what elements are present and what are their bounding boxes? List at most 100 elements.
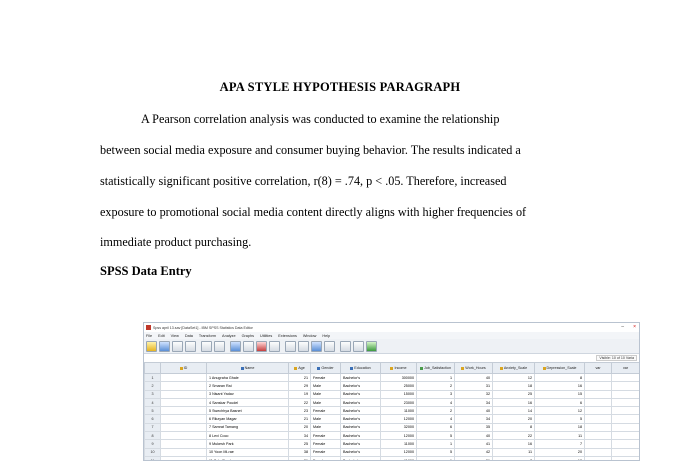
row-number[interactable]: 9 bbox=[144, 439, 161, 449]
menu-view[interactable]: View bbox=[171, 334, 179, 338]
grid-cell[interactable]: 40 bbox=[454, 431, 493, 441]
grid-cell[interactable]: 20 bbox=[534, 447, 585, 457]
grid-cell[interactable]: 10 Yoon Mi-rae bbox=[206, 447, 289, 457]
empty-cell[interactable] bbox=[584, 447, 612, 457]
value-labels-icon[interactable] bbox=[366, 340, 377, 352]
grid-cell[interactable]: 7 Samrat Tamang bbox=[206, 422, 289, 433]
grid-cell[interactable]: 34 bbox=[288, 431, 311, 441]
column-header[interactable]: Education bbox=[340, 362, 381, 374]
menu-analyze[interactable]: Analyze bbox=[222, 334, 236, 338]
grid-cell[interactable]: 2 bbox=[416, 406, 455, 416]
empty-cell[interactable] bbox=[611, 381, 639, 391]
column-header[interactable]: Age bbox=[288, 362, 311, 374]
grid-cell[interactable] bbox=[160, 381, 207, 391]
variables-icon[interactable] bbox=[256, 340, 267, 352]
close-icon[interactable]: × bbox=[633, 324, 636, 330]
grid-cell[interactable] bbox=[160, 372, 207, 383]
grid-cell[interactable]: Bachelor's bbox=[340, 431, 381, 441]
goto-variable-icon[interactable] bbox=[243, 340, 254, 352]
empty-cell[interactable] bbox=[584, 439, 612, 449]
grid-cell[interactable] bbox=[160, 389, 207, 399]
find-icon[interactable] bbox=[285, 340, 296, 352]
grid-cell[interactable]: 34 bbox=[454, 397, 493, 408]
grid-cell[interactable]: Bachelor's bbox=[340, 422, 381, 433]
empty-cell[interactable] bbox=[611, 422, 639, 433]
grid-cell[interactable]: 11000 bbox=[380, 439, 417, 449]
insert-variable-icon[interactable] bbox=[311, 340, 322, 352]
grid-cell[interactable]: 3 bbox=[416, 389, 455, 399]
grid-cell[interactable]: 8 bbox=[534, 372, 585, 383]
column-header[interactable]: Work_Hours bbox=[454, 362, 493, 374]
grid-cell[interactable]: 25 bbox=[288, 439, 311, 449]
grid-cell[interactable]: 6 bbox=[534, 397, 585, 408]
row-number[interactable]: 4 bbox=[144, 397, 161, 408]
grid-cell[interactable]: 14 bbox=[492, 406, 535, 416]
grid-cell[interactable]: 12000 bbox=[380, 414, 417, 424]
grid-cell[interactable]: Bachelor's bbox=[340, 414, 381, 424]
menu-extensions[interactable]: Extensions bbox=[278, 334, 297, 338]
print-icon[interactable] bbox=[172, 340, 183, 352]
grid-cell[interactable]: 25000 bbox=[380, 381, 417, 391]
empty-cell[interactable] bbox=[584, 389, 612, 399]
grid-cell[interactable]: Female bbox=[310, 372, 341, 383]
grid-cell[interactable]: 1 bbox=[416, 372, 455, 383]
weight-cases-icon[interactable] bbox=[340, 340, 351, 352]
grid-cell[interactable]: 32 bbox=[454, 389, 493, 399]
menu-edit[interactable]: Edit bbox=[158, 334, 165, 338]
grid-cell[interactable]: Male bbox=[310, 389, 341, 399]
grid-cell[interactable]: Bachelor's bbox=[340, 447, 381, 457]
grid-cell[interactable]: 1 Anugraha Ghale bbox=[206, 372, 289, 383]
grid-cell[interactable]: 5 bbox=[416, 431, 455, 441]
grid-cell[interactable]: 2 bbox=[416, 381, 455, 391]
grid-cell[interactable]: Bachelor's bbox=[340, 397, 381, 408]
grid-cell[interactable]: Male bbox=[310, 397, 341, 408]
grid-cell[interactable] bbox=[160, 439, 207, 449]
grid-cell[interactable]: 20 bbox=[492, 414, 535, 424]
empty-cell[interactable] bbox=[611, 431, 639, 441]
row-number[interactable]: 7 bbox=[144, 422, 161, 433]
dialog-recall-icon[interactable] bbox=[185, 340, 196, 352]
column-header[interactable]: Job_Satisfaction bbox=[416, 362, 455, 374]
column-header[interactable]: ID bbox=[160, 362, 207, 374]
grid-cell[interactable]: 21 bbox=[288, 372, 311, 383]
grid-cell[interactable]: 40 bbox=[454, 406, 493, 416]
grid-cell[interactable]: 8 Levi Coco bbox=[206, 431, 289, 441]
grid-cell[interactable]: Bachelor's bbox=[340, 372, 381, 383]
grid-cell[interactable]: 4 Sanskar Poudel bbox=[206, 397, 289, 408]
grid-cell[interactable]: Bachelor's bbox=[340, 439, 381, 449]
grid-cell[interactable]: Female bbox=[310, 439, 341, 449]
grid-cell[interactable] bbox=[160, 397, 207, 408]
empty-cell[interactable] bbox=[584, 431, 612, 441]
grid-cell[interactable]: 6 Rikzyan Magar bbox=[206, 414, 289, 424]
grid-cell[interactable] bbox=[160, 422, 207, 433]
column-header[interactable]: Gender bbox=[310, 362, 341, 374]
grid-cell[interactable]: Bachelor's bbox=[340, 381, 381, 391]
row-number[interactable]: 5 bbox=[144, 406, 161, 416]
row-number[interactable]: 8 bbox=[144, 431, 161, 441]
goto-case-icon[interactable] bbox=[230, 340, 241, 352]
empty-cell[interactable] bbox=[611, 406, 639, 416]
undo-icon[interactable] bbox=[201, 340, 212, 352]
grid-cell[interactable]: Bachelor's bbox=[340, 389, 381, 399]
column-header[interactable]: var bbox=[611, 362, 639, 374]
grid-cell[interactable]: 7 bbox=[534, 439, 585, 449]
grid-cell[interactable] bbox=[160, 431, 207, 441]
grid-cell[interactable]: 29 bbox=[288, 381, 311, 391]
grid-cell[interactable] bbox=[160, 406, 207, 416]
grid-cell[interactable]: Bachelor's bbox=[340, 406, 381, 416]
select-cases-icon[interactable] bbox=[353, 340, 364, 352]
split-file-icon[interactable] bbox=[324, 340, 335, 352]
grid-cell[interactable]: 16 bbox=[534, 381, 585, 391]
grid-cell[interactable]: 38 bbox=[288, 447, 311, 457]
grid-cell[interactable]: 4 bbox=[416, 397, 455, 408]
minimize-icon[interactable]: – bbox=[621, 324, 624, 330]
empty-cell[interactable] bbox=[584, 422, 612, 433]
menu-transform[interactable]: Transform bbox=[199, 334, 216, 338]
grid-cell[interactable]: 11 bbox=[492, 447, 535, 457]
grid-cell[interactable]: 4 bbox=[416, 414, 455, 424]
grid-cell[interactable]: 35 bbox=[454, 422, 493, 433]
empty-cell[interactable] bbox=[611, 397, 639, 408]
grid-cell[interactable]: 25 bbox=[492, 389, 535, 399]
grid-cell[interactable]: 11000 bbox=[380, 406, 417, 416]
grid-cell[interactable]: 19 bbox=[288, 389, 311, 399]
